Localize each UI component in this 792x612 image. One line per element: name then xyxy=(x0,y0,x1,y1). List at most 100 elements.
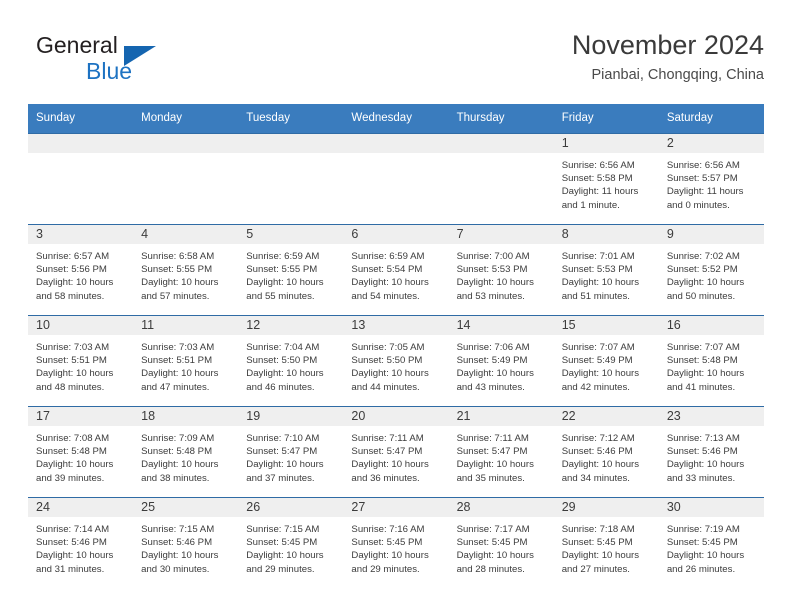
calendar-day-cell[interactable]: 22 Sunrise: 7:12 AM Sunset: 5:46 PM Dayligh… xyxy=(553,406,659,498)
daylight-duration-line1: Daylight: 10 hours xyxy=(666,550,745,562)
daylight-duration-line1: Daylight: 10 hours xyxy=(246,550,324,562)
daylight-duration-line1: Daylight: 10 hours xyxy=(351,368,429,380)
day-cell-inner: 13 Sunrise: 7:05 AM Sunset: 5:50 PM Dayligh… xyxy=(343,316,449,406)
day-sun-info: Sunrise: 7:17 AM Sunset: 5:45 PM Daylight:… xyxy=(449,517,554,576)
calendar-day-cell[interactable]: 18 Sunrise: 7:09 AM Sunset: 5:48 PM Dayligh… xyxy=(133,406,239,498)
daylight-duration-line1: Daylight: 10 hours xyxy=(246,277,324,289)
calendar-day-cell[interactable]: 5 Sunrise: 6:59 AM Sunset: 5:55 PM Daylight… xyxy=(238,224,344,316)
calendar-day-cell[interactable]: 13 Sunrise: 7:05 AM Sunset: 5:50 PM Dayligh… xyxy=(343,315,449,407)
day-number: 21 xyxy=(448,407,554,426)
calendar-day-cell[interactable]: 2 Sunrise: 6:56 AM Sunset: 5:57 PM Daylight… xyxy=(658,133,764,225)
sunrise-time: Sunrise: 6:58 AM xyxy=(141,251,215,262)
calendar-day-cell[interactable]: 21 Sunrise: 7:11 AM Sunset: 5:47 PM Dayligh… xyxy=(448,406,554,498)
calendar-day-cell[interactable]: 20 Sunrise: 7:11 AM Sunset: 5:47 PM Dayligh… xyxy=(343,406,449,498)
sunrise-time: Sunrise: 7:11 AM xyxy=(351,433,424,444)
daylight-duration-line2: and 38 minutes. xyxy=(141,472,210,484)
calendar-day-cell[interactable]: 6 Sunrise: 6:59 AM Sunset: 5:54 PM Daylight… xyxy=(343,224,449,316)
day-number: 5 xyxy=(238,225,344,244)
calendar-day-cell[interactable]: 9 Sunrise: 7:02 AM Sunset: 5:52 PM Daylight… xyxy=(658,224,764,316)
weekday-header-row: Sunday Monday Tuesday Wednesday Thursday… xyxy=(28,104,764,134)
daylight-duration-line2: and 42 minutes. xyxy=(561,381,630,393)
day-cell-inner: 29 Sunrise: 7:18 AM Sunset: 5:45 PM Dayligh… xyxy=(553,498,659,588)
day-number: 1 xyxy=(553,134,659,153)
day-sun-info: Sunrise: 7:15 AM Sunset: 5:46 PM Daylight:… xyxy=(133,517,238,576)
day-sun-info: Sunrise: 7:03 AM Sunset: 5:51 PM Daylight:… xyxy=(28,335,133,394)
sunrise-time: Sunrise: 7:17 AM xyxy=(456,524,530,535)
day-cell-inner xyxy=(28,134,134,224)
calendar-day-cell[interactable]: 19 Sunrise: 7:10 AM Sunset: 5:47 PM Dayligh… xyxy=(238,406,344,498)
daylight-duration-line2: and 30 minutes. xyxy=(141,563,210,575)
sunset-time: Sunset: 5:57 PM xyxy=(666,173,738,185)
day-cell-inner: 19 Sunrise: 7:10 AM Sunset: 5:47 PM Dayligh… xyxy=(238,407,344,497)
calendar-day-cell[interactable]: 16 Sunrise: 7:07 AM Sunset: 5:48 PM Dayligh… xyxy=(658,315,764,407)
calendar-day-cell[interactable]: 23 Sunrise: 7:13 AM Sunset: 5:46 PM Dayligh… xyxy=(658,406,764,498)
day-number: 13 xyxy=(343,316,449,335)
calendar-day-cell[interactable]: 3 Sunrise: 6:57 AM Sunset: 5:56 PM Daylight… xyxy=(28,224,134,316)
calendar-day-cell[interactable]: 24 Sunrise: 7:14 AM Sunset: 5:46 PM Dayligh… xyxy=(28,497,134,588)
day-number: 23 xyxy=(658,407,764,426)
sunset-time: Sunset: 5:46 PM xyxy=(561,446,633,458)
daylight-duration-line2: and 34 minutes. xyxy=(561,472,630,484)
sunrise-time: Sunrise: 6:56 AM xyxy=(666,160,740,171)
sunset-time: Sunset: 5:49 PM xyxy=(456,355,528,367)
sunset-time: Sunset: 5:51 PM xyxy=(36,355,107,367)
daylight-duration-line1: Daylight: 11 hours xyxy=(666,186,744,198)
calendar-day-cell[interactable]: 1 Sunrise: 6:56 AM Sunset: 5:58 PM Daylight… xyxy=(553,133,659,225)
sunset-time: Sunset: 5:46 PM xyxy=(141,537,213,549)
sunrise-time: Sunrise: 7:01 AM xyxy=(561,251,635,262)
calendar-day-cell[interactable]: 8 Sunrise: 7:01 AM Sunset: 5:53 PM Daylight… xyxy=(553,224,659,316)
day-cell-inner: 20 Sunrise: 7:11 AM Sunset: 5:47 PM Dayligh… xyxy=(343,407,449,497)
daylight-duration-line2: and 58 minutes. xyxy=(36,290,105,302)
calendar-day-cell[interactable]: 29 Sunrise: 7:18 AM Sunset: 5:45 PM Dayligh… xyxy=(553,497,659,588)
calendar-day-cell[interactable]: 11 Sunrise: 7:03 AM Sunset: 5:51 PM Dayligh… xyxy=(133,315,239,407)
calendar-day-cell[interactable]: 15 Sunrise: 7:07 AM Sunset: 5:49 PM Dayligh… xyxy=(553,315,659,407)
day-sun-info: Sunrise: 7:01 AM Sunset: 5:53 PM Daylight:… xyxy=(554,244,659,303)
day-number: 30 xyxy=(658,498,764,517)
daylight-duration-line1: Daylight: 10 hours xyxy=(141,277,219,289)
daylight-duration-line1: Daylight: 10 hours xyxy=(36,368,114,380)
day-number: 6 xyxy=(343,225,449,244)
day-sun-info: Sunrise: 7:18 AM Sunset: 5:45 PM Daylight:… xyxy=(554,517,659,576)
day-cell-inner: 28 Sunrise: 7:17 AM Sunset: 5:45 PM Dayligh… xyxy=(448,498,554,588)
calendar-day-cell[interactable]: 28 Sunrise: 7:17 AM Sunset: 5:45 PM Dayligh… xyxy=(448,497,554,588)
calendar-day-cell[interactable]: 10 Sunrise: 7:03 AM Sunset: 5:51 PM Dayligh… xyxy=(28,315,134,407)
calendar-day-cell[interactable]: 14 Sunrise: 7:06 AM Sunset: 5:49 PM Dayligh… xyxy=(448,315,554,407)
sunset-time: Sunset: 5:48 PM xyxy=(666,355,738,367)
sunset-time: Sunset: 5:47 PM xyxy=(246,446,318,458)
calendar-table: Sunday Monday Tuesday Wednesday Thursday… xyxy=(28,104,764,588)
calendar-day-cell[interactable]: 17 Sunrise: 7:08 AM Sunset: 5:48 PM Dayligh… xyxy=(28,406,134,498)
page-header: General Blue November 2024 Pianbai, Chon… xyxy=(28,28,764,92)
calendar-day-cell[interactable]: 7 Sunrise: 7:00 AM Sunset: 5:53 PM Daylight… xyxy=(448,224,554,316)
daylight-duration-line2: and 37 minutes. xyxy=(246,472,315,484)
calendar-day-cell[interactable]: 25 Sunrise: 7:15 AM Sunset: 5:46 PM Dayligh… xyxy=(133,497,239,588)
calendar-day-cell[interactable]: 26 Sunrise: 7:15 AM Sunset: 5:45 PM Dayligh… xyxy=(238,497,344,588)
calendar-week-row: 1 Sunrise: 6:56 AM Sunset: 5:58 PM Daylight… xyxy=(28,133,764,225)
calendar-day-cell-empty xyxy=(343,133,449,225)
day-sun-info: Sunrise: 7:13 AM Sunset: 5:46 PM Daylight:… xyxy=(659,426,764,485)
daylight-duration-line2: and 55 minutes. xyxy=(246,290,315,302)
day-cell-inner: 21 Sunrise: 7:11 AM Sunset: 5:47 PM Dayligh… xyxy=(448,407,554,497)
sunrise-time: Sunrise: 7:03 AM xyxy=(36,342,110,353)
calendar-week-row: 10 Sunrise: 7:03 AM Sunset: 5:51 PM Dayligh… xyxy=(28,315,764,407)
sunset-time: Sunset: 5:49 PM xyxy=(561,355,633,367)
day-number: 24 xyxy=(28,498,134,517)
sunrise-time: Sunrise: 7:00 AM xyxy=(456,251,530,262)
sunset-time: Sunset: 5:52 PM xyxy=(666,264,738,276)
calendar-day-cell[interactable]: 30 Sunrise: 7:19 AM Sunset: 5:45 PM Dayligh… xyxy=(658,497,764,588)
daylight-duration-line2: and 26 minutes. xyxy=(666,563,736,575)
day-sun-info: Sunrise: 7:00 AM Sunset: 5:53 PM Daylight:… xyxy=(449,244,554,303)
calendar-page: General Blue November 2024 Pianbai, Chon… xyxy=(0,0,792,612)
day-cell-inner: 25 Sunrise: 7:15 AM Sunset: 5:46 PM Dayligh… xyxy=(133,498,239,588)
day-number: 3 xyxy=(28,225,134,244)
title-block: November 2024 Pianbai, Chongqing, China xyxy=(572,28,764,86)
weekday-header-friday: Friday xyxy=(553,104,659,134)
daylight-duration-line2: and 28 minutes. xyxy=(456,563,525,575)
calendar-day-cell[interactable]: 27 Sunrise: 7:16 AM Sunset: 5:45 PM Dayligh… xyxy=(343,497,449,588)
sunset-time: Sunset: 5:45 PM xyxy=(246,537,318,549)
daylight-duration-line1: Daylight: 10 hours xyxy=(666,459,745,471)
general-blue-logo[interactable]: General Blue xyxy=(28,32,258,90)
day-sun-info: Sunrise: 7:04 AM Sunset: 5:50 PM Daylight:… xyxy=(238,335,343,394)
calendar-day-cell[interactable]: 12 Sunrise: 7:04 AM Sunset: 5:50 PM Dayligh… xyxy=(238,315,344,407)
calendar-day-cell[interactable]: 4 Sunrise: 6:58 AM Sunset: 5:55 PM Daylight… xyxy=(133,224,239,316)
weekday-header-wednesday: Wednesday xyxy=(343,104,449,134)
